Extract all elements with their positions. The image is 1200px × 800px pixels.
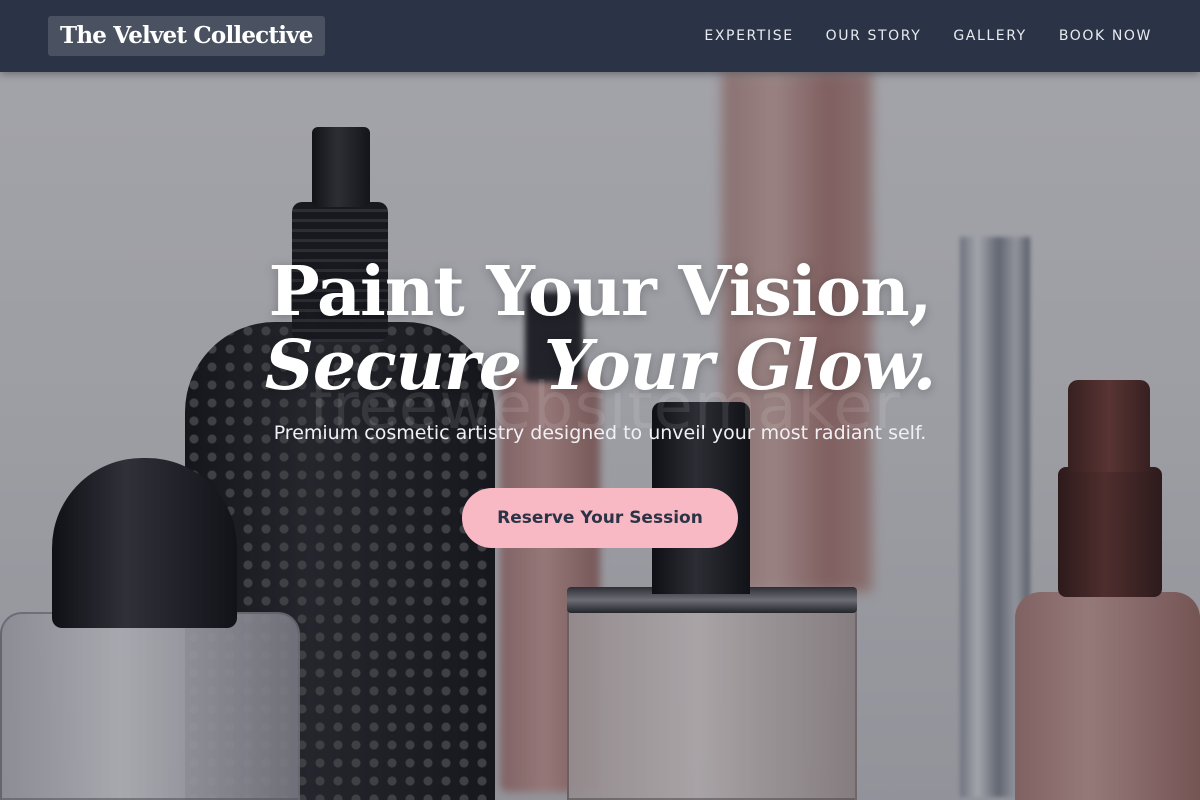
reserve-session-button[interactable]: Reserve Your Session [462,488,738,548]
hero-headline: Paint Your Vision, Secure Your Glow. [0,255,1200,403]
headline-line-2: Secure Your Glow. [264,326,937,406]
main-nav: EXPERTISE OUR STORY GALLERY BOOK NOW [704,0,1152,72]
hero-subtitle: Premium cosmetic artistry designed to un… [273,422,927,444]
brand-logo[interactable]: The Velvet Collective [48,16,325,56]
nav-item-expertise[interactable]: EXPERTISE [704,28,793,44]
nav-item-our-story[interactable]: OUR STORY [826,28,922,44]
nav-item-book-now[interactable]: BOOK NOW [1059,28,1152,44]
headline-line-1: Paint Your Vision, [268,252,933,332]
nav-item-gallery[interactable]: GALLERY [953,28,1026,44]
site-header: The Velvet Collective EXPERTISE OUR STOR… [0,0,1200,72]
